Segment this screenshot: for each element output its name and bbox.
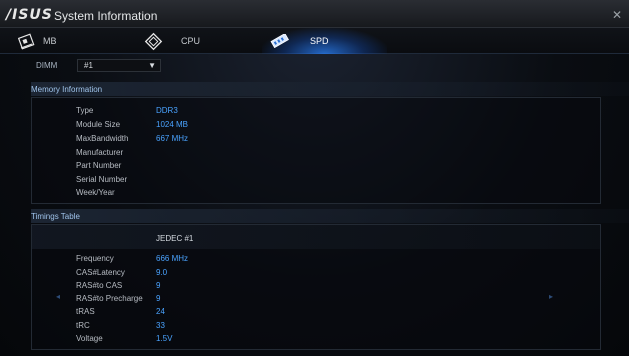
timing-label: tRAS [76, 307, 95, 316]
timing-value: 9.0 [156, 268, 168, 277]
motherboard-icon [18, 32, 35, 50]
memory-info-value: 667 MHz [156, 134, 189, 143]
memory-stick-icon [270, 34, 290, 48]
scroll-right-icon[interactable]: ▸ [549, 292, 553, 301]
tab-spd-label: SPD [310, 36, 329, 46]
timings-table-panel: JEDEC #1 Frequency 666 MHz CAS#Latency 9… [31, 224, 601, 350]
timing-value: 9 [156, 294, 161, 303]
timing-value: 33 [156, 321, 165, 330]
timing-label: Frequency [76, 254, 114, 263]
memory-info-label: Manufacturer [76, 148, 124, 157]
memory-info-value: DDR3 [156, 106, 178, 115]
asus-logo: /ISUS [6, 7, 53, 23]
window-title: System Information [54, 9, 158, 23]
tab-mb[interactable]: MB [18, 28, 57, 54]
title-bar: /ISUS System Information ✕ [0, 0, 629, 28]
memory-info-label: Serial Number [76, 175, 128, 184]
timing-value: 1.5V [156, 334, 173, 343]
close-icon[interactable]: ✕ [612, 8, 622, 22]
dimm-selector-row: DIMM #1 ▼ [0, 57, 629, 74]
dimm-select[interactable]: #1 ▼ [77, 59, 161, 72]
cpu-icon [144, 32, 163, 51]
chevron-down-icon: ▼ [148, 61, 156, 70]
timing-label: CAS#Latency [76, 268, 125, 277]
timing-value: 24 [156, 307, 165, 316]
timing-label: Voltage [76, 334, 103, 343]
timing-value: 9 [156, 281, 161, 290]
memory-info-label: Part Number [76, 161, 122, 170]
tab-cpu-label: CPU [181, 36, 201, 46]
tab-mb-label: MB [43, 36, 57, 46]
memory-info-label: Type [76, 106, 94, 115]
memory-info-label: Module Size [76, 120, 121, 129]
memory-info-value: 1024 MB [156, 120, 189, 129]
timings-column-band [32, 225, 600, 249]
memory-info-header: Memory Information [31, 82, 629, 96]
timings-table-header: Timings Table [31, 209, 629, 223]
tab-cpu[interactable]: CPU [144, 28, 200, 54]
dimm-label: DIMM [36, 61, 58, 70]
scroll-left-icon[interactable]: ◂ [56, 292, 60, 301]
timing-value: 666 MHz [156, 254, 189, 263]
timings-column-header: JEDEC #1 [156, 234, 194, 243]
timing-label: RAS#to CAS [76, 281, 123, 290]
timing-label: RAS#to Precharge [76, 294, 143, 303]
tab-spd[interactable]: SPD [270, 28, 329, 54]
memory-info-panel: Type DDR3 Module Size 1024 MB MaxBandwid… [31, 97, 601, 204]
memory-info-label: MaxBandwidth [76, 134, 129, 143]
system-information-window: /ISUS System Information ✕ MB CPU SPD DI… [0, 0, 629, 356]
memory-info-label: Week/Year [76, 188, 115, 197]
timing-label: tRC [76, 321, 90, 330]
dimm-select-value: #1 [84, 61, 93, 70]
